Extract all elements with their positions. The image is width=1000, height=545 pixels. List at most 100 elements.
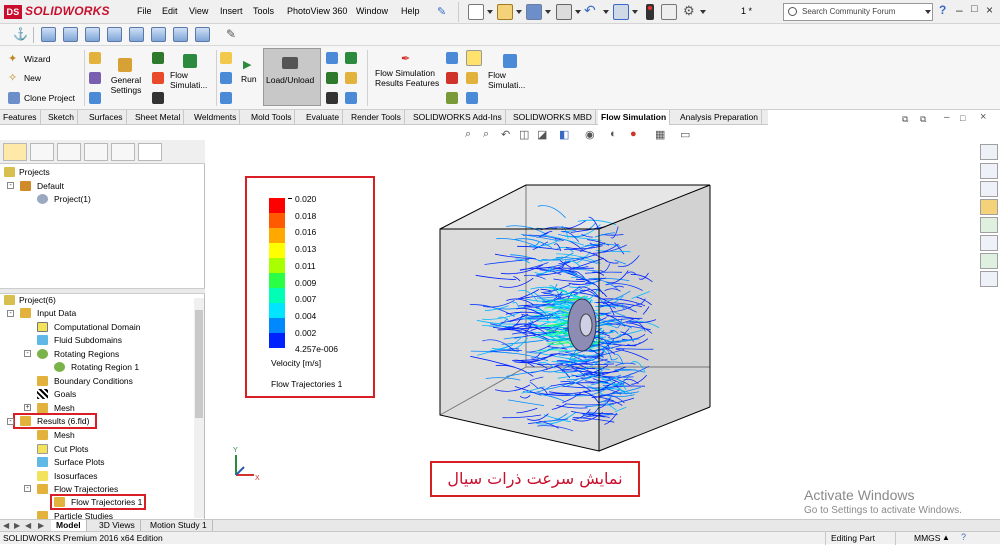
scrollbar-thumb[interactable]: [195, 310, 203, 418]
tab-weldments[interactable]: Weldments: [191, 110, 240, 125]
minimize-button[interactable]: –: [956, 3, 963, 17]
view-right-icon[interactable]: [107, 27, 122, 42]
flow-simulation-button[interactable]: Flow Simulati...: [170, 70, 212, 90]
custom-properties-icon[interactable]: [980, 235, 998, 251]
wizard-button[interactable]: Wizard: [24, 54, 50, 64]
chevron-up-icon[interactable]: ▲: [942, 533, 950, 542]
new-document-icon[interactable]: [468, 4, 484, 20]
rebuild-icon[interactable]: [661, 4, 677, 20]
view-top-icon[interactable]: [129, 27, 144, 42]
tool-icon[interactable]: [326, 72, 338, 84]
checkered-flag-icon[interactable]: [152, 92, 164, 104]
tile-icon[interactable]: ⧉: [920, 114, 926, 125]
tree-item-cut-plots[interactable]: Cut Plots: [54, 444, 89, 454]
tool-icon[interactable]: [345, 52, 357, 64]
chevron-down-icon[interactable]: [487, 10, 493, 14]
scroll-left-icon[interactable]: ◀: [3, 521, 9, 530]
chevron-down-icon[interactable]: [700, 10, 706, 14]
dynamic-annotation-icon[interactable]: ◪: [537, 128, 550, 141]
section-view-icon[interactable]: ◫: [519, 128, 532, 141]
chevron-down-icon[interactable]: [925, 10, 931, 14]
view-isometric-icon[interactable]: [173, 27, 188, 42]
chevron-down-icon[interactable]: [575, 10, 581, 14]
tree-item-projects[interactable]: Projects: [19, 167, 50, 177]
view-left-icon[interactable]: [85, 27, 100, 42]
expander-icon[interactable]: -: [24, 485, 31, 492]
undo-icon[interactable]: ↶: [584, 2, 596, 19]
scroll-first-icon[interactable]: ◀: [25, 521, 31, 530]
menu-insert[interactable]: Insert: [220, 6, 243, 16]
display-manager-tab-icon[interactable]: [111, 143, 135, 161]
expander-icon[interactable]: -: [24, 350, 31, 357]
tool-icon[interactable]: [152, 72, 164, 84]
hide-show-icon[interactable]: ◐: [610, 128, 623, 141]
tree-item-results-mesh[interactable]: Mesh: [54, 430, 75, 440]
tab-evaluate[interactable]: Evaluate: [303, 110, 343, 125]
tree-item-results[interactable]: Results (6.fld): [37, 416, 89, 426]
maximize-button[interactable]: □: [971, 3, 978, 15]
expander-icon[interactable]: -: [7, 310, 14, 317]
tab-solidworks-mbd[interactable]: SOLIDWORKS MBD: [510, 110, 596, 125]
help-icon[interactable]: ?: [939, 3, 946, 17]
tab-analysis-preparation[interactable]: Analysis Preparation: [677, 110, 762, 125]
run-button[interactable]: Run: [241, 74, 257, 84]
tool-icon[interactable]: [89, 72, 101, 84]
units-selector[interactable]: MMGS: [914, 533, 940, 543]
print-icon[interactable]: [556, 4, 572, 20]
tab-features[interactable]: Features: [0, 110, 41, 125]
tool-icon[interactable]: [466, 72, 478, 84]
tree-item-computational-domain[interactable]: Computational Domain: [54, 322, 140, 332]
clone-project-button[interactable]: Clone Project: [24, 93, 75, 103]
menu-tools[interactable]: Tools: [253, 6, 274, 16]
menu-photoview[interactable]: PhotoView 360: [287, 6, 347, 16]
chevron-down-icon[interactable]: [632, 10, 638, 14]
forum-icon[interactable]: [980, 253, 998, 269]
tool-icon[interactable]: [345, 72, 357, 84]
design-library-icon[interactable]: [980, 181, 998, 197]
lightbulb-icon[interactable]: [466, 50, 482, 66]
restore-icon[interactable]: □: [960, 113, 965, 123]
solidworks-logo[interactable]: DSSOLIDWORKS: [4, 4, 110, 19]
tool-icon[interactable]: [89, 92, 101, 104]
file-explorer-icon[interactable]: [980, 199, 998, 215]
zoom-to-fit-icon[interactable]: ⌕: [465, 128, 478, 141]
panel-splitter[interactable]: [0, 288, 205, 294]
menu-file[interactable]: File: [137, 6, 152, 16]
tree-item-input-data[interactable]: Input Data: [37, 308, 76, 318]
tree-item-fluid-subdomains[interactable]: Fluid Subdomains: [54, 335, 122, 345]
tool-icon[interactable]: [220, 92, 232, 104]
dimxpert-tab-icon[interactable]: [84, 143, 108, 161]
tree-item-surface-plots[interactable]: Surface Plots: [54, 457, 105, 467]
tree-scrollbar[interactable]: [194, 298, 204, 518]
tree-item-flow-trajectories-1[interactable]: Flow Trajectories 1: [71, 497, 142, 507]
flow-simulation-button-2[interactable]: Flow Simulati...: [488, 70, 532, 90]
tool-icon[interactable]: [220, 72, 232, 84]
menu-help[interactable]: Help: [401, 6, 420, 16]
tool-icon[interactable]: [446, 72, 458, 84]
save-icon[interactable]: [526, 4, 542, 20]
display-style-icon[interactable]: ◉: [585, 128, 598, 141]
appearance-icon[interactable]: ●: [630, 128, 643, 141]
expander-icon[interactable]: -: [7, 182, 14, 189]
chevron-down-icon[interactable]: [516, 10, 522, 14]
tab-flow-simulation[interactable]: Flow Simulation: [598, 110, 670, 125]
chevron-down-icon[interactable]: [545, 10, 551, 14]
scene-icon[interactable]: ▦: [655, 128, 668, 141]
tree-item-mesh[interactable]: Mesh: [54, 403, 75, 413]
flow-results-features-button[interactable]: Flow Simulation Results Features: [375, 68, 441, 88]
zoom-area-icon[interactable]: ⌕: [483, 128, 496, 141]
tool-icon[interactable]: [345, 92, 357, 104]
view-normal-icon[interactable]: [195, 27, 210, 42]
tab-sheet-metal[interactable]: Sheet Metal: [132, 110, 184, 125]
anchor-icon[interactable]: ⚓: [13, 27, 28, 41]
select-cursor-icon[interactable]: [613, 4, 629, 20]
tab-surfaces[interactable]: Surfaces: [86, 110, 127, 125]
tool-icon[interactable]: [326, 52, 338, 64]
open-folder-icon[interactable]: [497, 4, 513, 20]
view-settings-icon[interactable]: ▭: [680, 128, 693, 141]
close-button[interactable]: ×: [986, 3, 993, 17]
tree-item-default[interactable]: Default: [37, 181, 64, 191]
configuration-manager-tab-icon[interactable]: [57, 143, 81, 161]
view-front-icon[interactable]: [41, 27, 56, 42]
chat-icon[interactable]: [980, 271, 998, 287]
